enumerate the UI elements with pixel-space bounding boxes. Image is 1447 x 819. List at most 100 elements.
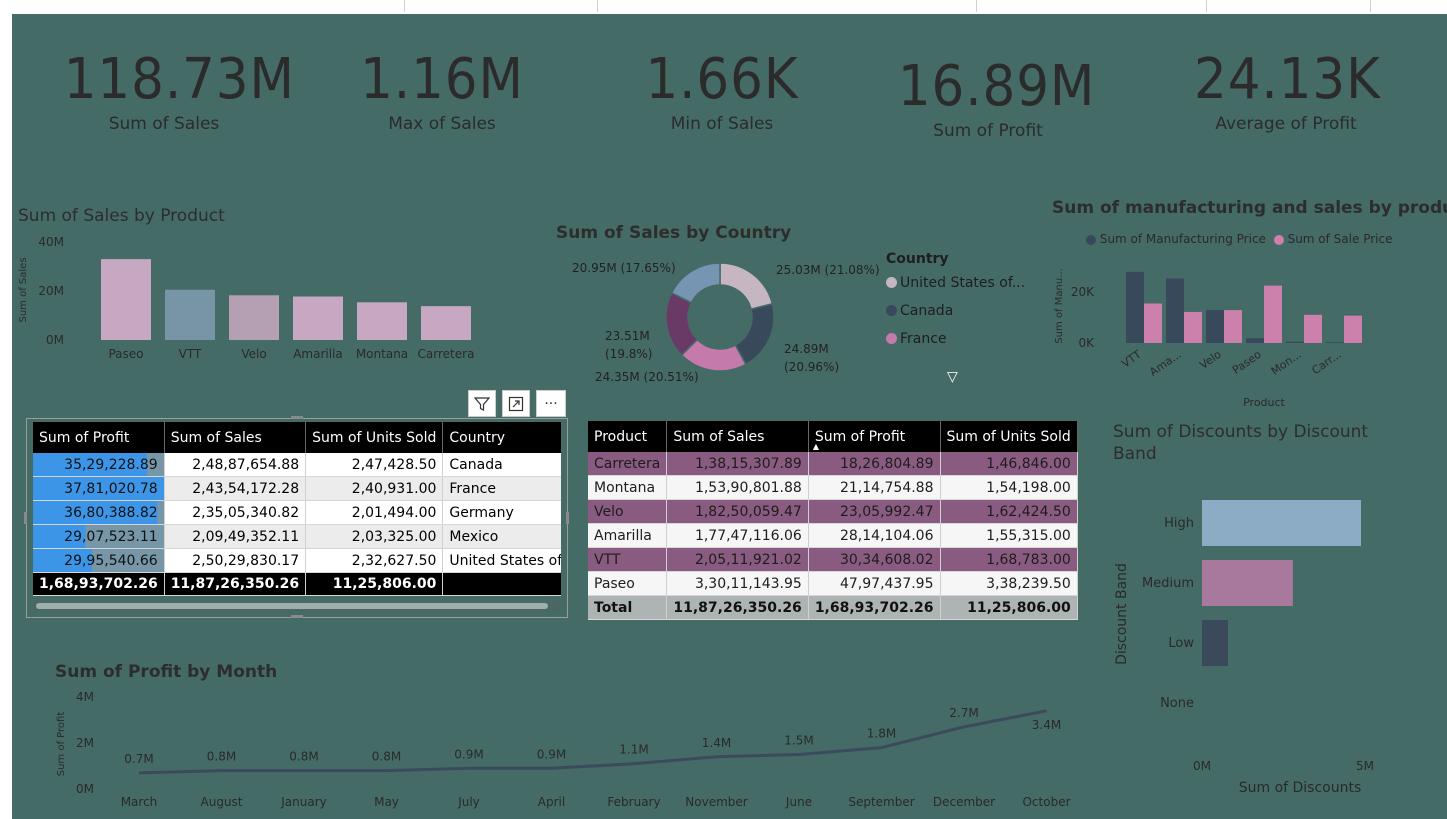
table-cell[interactable]: 23,05,992.47 — [808, 499, 941, 524]
table-cell[interactable]: 1,53,90,801.88 — [666, 475, 809, 500]
table-cell[interactable]: 2,32,627.50 — [305, 548, 444, 573]
table-cell[interactable]: United States of America — [442, 548, 561, 573]
table-cell[interactable]: 29,95,540.66 — [33, 548, 165, 573]
column-header[interactable]: Sum of Sales — [164, 422, 307, 453]
horizontal-scrollbar[interactable] — [33, 600, 561, 612]
table-cell[interactable]: 3,38,239.50 — [940, 571, 1078, 596]
donut-data-label: (20.96%) — [784, 360, 839, 374]
profit-by-month-chart[interactable]: Sum of Profit 4M 2M 0M 0.7M March 0.8M August 0.… — [50, 684, 1090, 814]
country-table[interactable]: Sum of Profit Sum of Sales Sum of Units … — [33, 422, 561, 596]
table-cell[interactable]: 29,07,523.11 — [33, 524, 165, 549]
table-row[interactable]: 29,95,540.66 2,50,29,830.17 2,32,627.50 Uni… — [33, 548, 561, 573]
table-cell[interactable]: 1,77,47,116.06 — [666, 523, 809, 548]
table-cell[interactable]: 35,29,228.89 — [33, 453, 165, 477]
table-cell[interactable]: 2,09,49,352.11 — [164, 524, 307, 549]
table-cell[interactable]: 18,26,804.89 — [808, 452, 941, 476]
y-tick-label: 40M — [38, 235, 64, 249]
kpi-card-min-sales[interactable]: 1.66K Min of Sales — [632, 52, 812, 135]
legend-label: Canada — [900, 303, 954, 319]
column-header[interactable]: Sum of Profit — [33, 422, 165, 453]
bar-montana — [357, 302, 407, 340]
table-cell[interactable]: 2,03,325.00 — [305, 524, 444, 549]
table-cell[interactable]: VTT — [588, 547, 668, 572]
table-cell[interactable]: Paseo — [588, 571, 668, 596]
manufacturing-legend[interactable]: Sum of Manufacturing Price Sum of Sale P… — [1086, 232, 1392, 246]
table-row[interactable]: Paseo 3,30,11,143.95 47,97,437.95 3,38,239.… — [588, 571, 1078, 596]
data-label: 2.7M — [949, 706, 978, 720]
legend-dot-icon — [1273, 234, 1284, 245]
table-cell[interactable]: 1,46,846.00 — [940, 452, 1078, 476]
table-cell[interactable]: 2,05,11,921.02 — [666, 547, 809, 572]
kpi-card-avg-profit[interactable]: 24.13K Average of Profit — [1186, 52, 1386, 135]
focus-mode-icon[interactable] — [502, 390, 530, 417]
total-cell: Total — [588, 595, 668, 620]
table-cell[interactable]: 2,43,54,172.28 — [164, 476, 307, 501]
table-cell[interactable]: Velo — [588, 499, 668, 524]
table-row[interactable]: 35,29,228.89 2,48,87,654.88 2,47,428.50 Can… — [33, 453, 561, 477]
table-cell[interactable]: 36,80,388.82 — [33, 500, 165, 525]
table-row[interactable]: 36,80,388.82 2,35,05,340.82 2,01,494.00 Ger… — [33, 500, 561, 525]
scrollbar-thumb[interactable] — [36, 603, 548, 609]
table-cell[interactable]: 2,47,428.50 — [305, 453, 444, 477]
manufacturing-sales-chart[interactable]: Sum of Manu... 20K 0K VTT Ama... Velo Paseo Mon… — [1048, 256, 1438, 412]
kpi-card-max-sales[interactable]: 1.16M Max of Sales — [352, 47, 532, 135]
table-cell[interactable]: Montana — [588, 475, 668, 500]
kpi-card-sum-sales[interactable]: 118.73M Sum of Sales — [55, 47, 295, 135]
table-cell[interactable]: 2,40,931.00 — [305, 476, 444, 501]
table-cell[interactable]: Amarilla — [588, 523, 668, 548]
kpi-label: Sum of Sales — [108, 114, 220, 134]
sales-by-product-chart[interactable]: Sum of Sales 40M 20M 0M Paseo VTT Velo Amarilla… — [14, 228, 484, 368]
table-cell[interactable]: 3,30,11,143.95 — [666, 571, 809, 596]
table-cell[interactable]: 1,68,783.00 — [940, 547, 1078, 572]
table-row[interactable]: Carretera 1,38,15,307.89 18,26,804.89 1,46,… — [588, 452, 1078, 476]
table-row[interactable]: Montana 1,53,90,801.88 21,14,754.88 1,54,19… — [588, 475, 1078, 500]
table-cell[interactable]: 47,97,437.95 — [808, 571, 941, 596]
resize-handle[interactable] — [566, 512, 569, 524]
legend-item[interactable]: France — [886, 331, 1025, 359]
kpi-card-sum-profit[interactable]: 16.89M Sum of Profit — [890, 59, 1095, 142]
table-row[interactable]: Amarilla 1,77,47,116.06 28,14,104.06 1,55,3… — [588, 523, 1078, 548]
table-cell[interactable]: 1,62,424.50 — [940, 499, 1078, 524]
table-cell[interactable]: France — [442, 476, 561, 501]
table-row[interactable]: 29,07,523.11 2,09,49,352.11 2,03,325.00 Mex… — [33, 524, 561, 549]
table-cell[interactable]: 1,55,315.00 — [940, 523, 1078, 548]
product-table[interactable]: Product Sum of Sales Sum of Profit ▲ Sum… — [588, 421, 1078, 620]
table-row[interactable]: 37,81,020.78 2,43,54,172.28 2,40,931.00 Fra… — [33, 476, 561, 501]
table-cell[interactable]: 2,01,494.00 — [305, 500, 444, 525]
table-cell[interactable]: Carretera — [588, 452, 668, 476]
resize-handle[interactable] — [291, 615, 303, 618]
table-cell[interactable]: 30,34,608.02 — [808, 547, 941, 572]
table-cell[interactable]: 2,50,29,830.17 — [164, 548, 307, 573]
discounts-by-band-chart[interactable]: Discount Band High Medium Low None 0M 5M Sum of… — [1110, 486, 1410, 796]
column-header[interactable]: Sum of Units Sold — [305, 422, 444, 453]
column-header[interactable]: Product — [588, 421, 668, 452]
table-cell[interactable]: 37,81,020.78 — [33, 476, 165, 501]
table-cell[interactable]: Canada — [442, 453, 561, 477]
legend-item[interactable]: United States of... — [886, 275, 1025, 303]
kpi-value: 118.73M — [63, 47, 295, 112]
resize-handle[interactable] — [291, 416, 303, 419]
column-header[interactable]: Sum of Sales — [666, 421, 809, 452]
legend-item[interactable]: Canada — [886, 303, 1025, 331]
table-cell[interactable]: 21,14,754.88 — [808, 475, 941, 500]
table-row[interactable]: Velo 1,82,50,059.47 23,05,992.47 1,62,424.5… — [588, 499, 1078, 524]
table-cell[interactable]: 2,35,05,340.82 — [164, 500, 307, 525]
table-cell[interactable]: 2,48,87,654.88 — [164, 453, 307, 477]
table-cell[interactable]: 28,14,104.06 — [808, 523, 941, 548]
more-options-icon[interactable]: ··· — [536, 390, 566, 417]
donut-legend[interactable]: United States of... Canada France — [886, 275, 1025, 359]
sales-by-country-donut[interactable]: 25.03M (21.08%) 24.89M (20.96%) 24.35M (20.… — [560, 250, 890, 390]
column-header-sorted[interactable]: Sum of Profit ▲ — [808, 421, 941, 452]
kpi-value: 1.16M — [360, 47, 524, 112]
column-header[interactable]: Country — [442, 422, 561, 453]
column-header[interactable]: Sum of Units Sold — [940, 421, 1078, 452]
table-row[interactable]: VTT 2,05,11,921.02 30,34,608.02 1,68,783.00 — [588, 547, 1078, 572]
table-cell[interactable]: Germany — [442, 500, 561, 525]
table-cell[interactable]: 1,38,15,307.89 — [666, 452, 809, 476]
resize-handle[interactable] — [24, 512, 27, 524]
table-cell[interactable]: Mexico — [442, 524, 561, 549]
table-cell[interactable]: 1,54,198.00 — [940, 475, 1078, 500]
table-cell[interactable]: 1,82,50,059.47 — [666, 499, 809, 524]
filter-icon[interactable] — [468, 390, 496, 417]
expand-down-icon[interactable]: ▽ — [947, 369, 958, 385]
